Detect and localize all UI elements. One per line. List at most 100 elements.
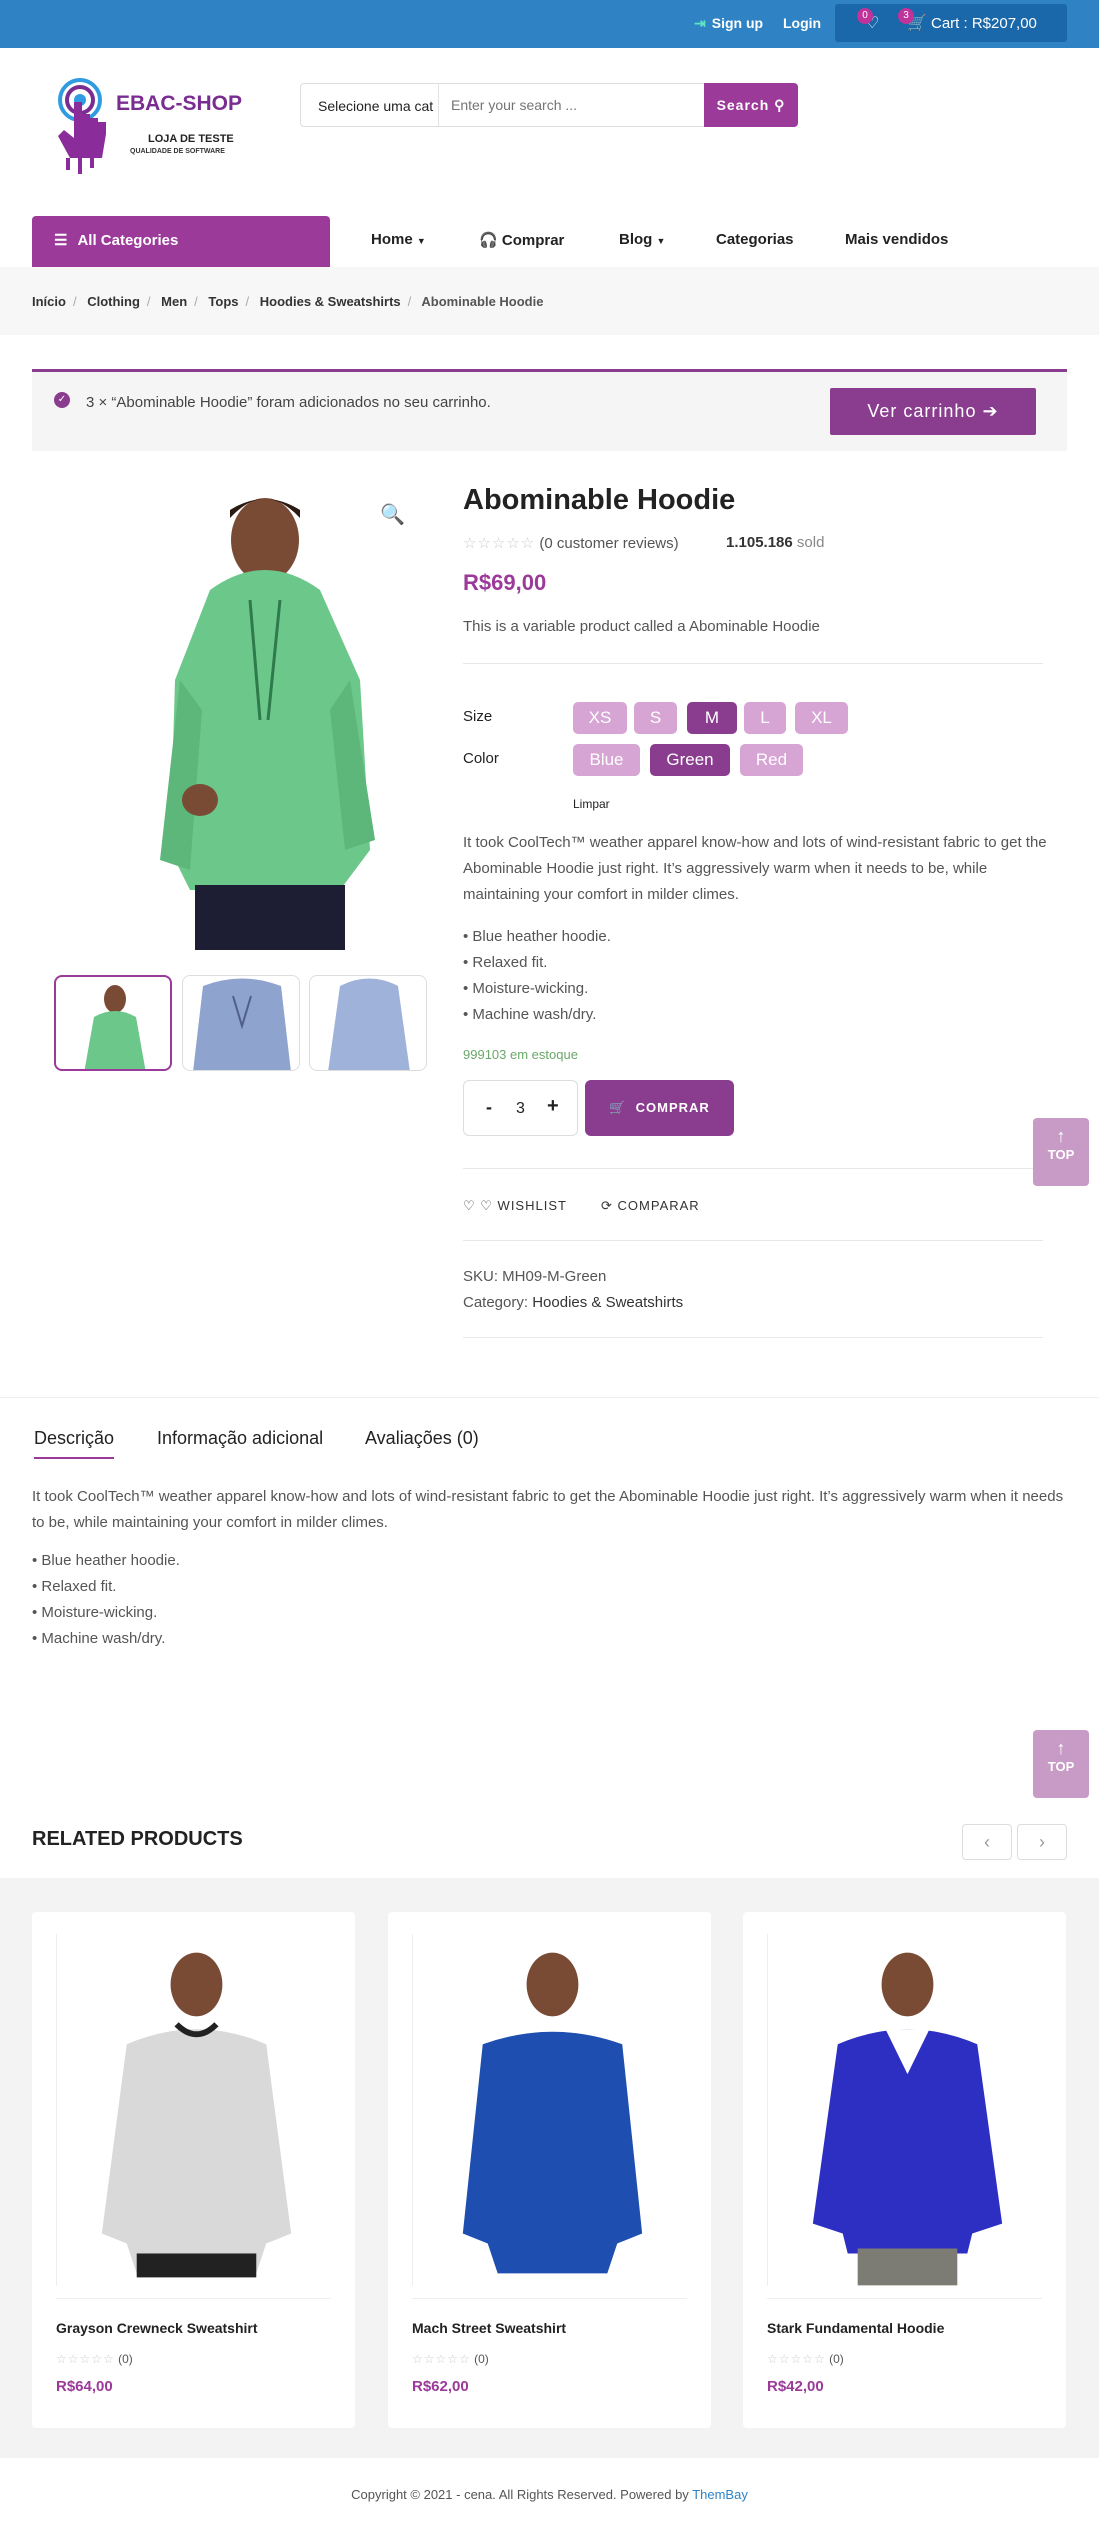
- size-s[interactable]: S: [634, 702, 677, 734]
- all-categories-label: All Categories: [77, 232, 179, 249]
- tab-description-text: It took CoolTech™ weather apparel know-h…: [32, 1488, 1064, 1531]
- logo-tagline: QUALIDADE DE SOFTWARE: [130, 148, 225, 155]
- search-icon: ⚲: [774, 97, 786, 113]
- product-reviews[interactable]: ☆☆☆☆☆ (0 customer reviews): [463, 534, 679, 552]
- product-name[interactable]: Stark Fundamental Hoodie: [767, 2320, 944, 2336]
- cart-total[interactable]: Cart : R$207,00: [931, 15, 1037, 32]
- quantity-decrease-button[interactable]: -: [486, 1097, 492, 1118]
- arrow-right-icon: ➔: [982, 401, 999, 421]
- cart-count-badge: 3: [898, 8, 914, 24]
- card-divider: [767, 2298, 1042, 2299]
- add-to-cart-label: COMPRAR: [635, 1100, 710, 1115]
- product-price: R$62,00: [412, 2378, 469, 2395]
- product-card-image[interactable]: [412, 1934, 687, 2286]
- product-card-image[interactable]: [56, 1934, 331, 2286]
- thumbnail-green-image: [84, 985, 146, 1069]
- color-blue[interactable]: Blue: [573, 744, 640, 776]
- wishlist-button[interactable]: ♡ ♡ WISHLIST: [463, 1198, 567, 1214]
- breadcrumb-clothing[interactable]: Clothing: [87, 294, 140, 309]
- product-title: Abominable Hoodie: [463, 484, 736, 516]
- divider: [463, 1168, 1043, 1169]
- size-xs[interactable]: XS: [573, 702, 627, 734]
- logo-hand-icon: [58, 78, 106, 174]
- signup-icon: ⇥: [694, 15, 706, 31]
- category-link[interactable]: Hoodies & Sweatshirts: [532, 1294, 683, 1311]
- breadcrumb-tops[interactable]: Tops: [208, 294, 238, 309]
- chevron-right-icon: ›: [1039, 1832, 1045, 1852]
- rating-count: (0): [118, 2352, 133, 2366]
- logo[interactable]: EBAC-SHOP LOJA DE TESTE QUALIDADE DE SOF…: [50, 78, 260, 198]
- login-link[interactable]: Login: [783, 15, 821, 31]
- card-divider: [56, 2298, 331, 2299]
- product-rating: ☆☆☆☆☆ (0): [767, 2352, 844, 2366]
- themebay-link[interactable]: ThemBay: [692, 2487, 748, 2502]
- product-price: R$69,00: [463, 570, 547, 595]
- clear-selection-link[interactable]: Limpar: [573, 797, 610, 811]
- breadcrumb-hoodies[interactable]: Hoodies & Sweatshirts: [260, 294, 401, 309]
- size-xl[interactable]: XL: [795, 702, 848, 734]
- product-name[interactable]: Mach Street Sweatshirt: [412, 2320, 566, 2336]
- nav-blog[interactable]: Blog ▼: [619, 231, 665, 248]
- tab-descricao[interactable]: Descrição: [34, 1428, 115, 1459]
- product-price: R$42,00: [767, 2378, 824, 2395]
- quantity-stepper: - 3 +: [463, 1080, 578, 1136]
- star-rating-icon: ☆☆☆☆☆: [412, 2352, 471, 2366]
- tab-avaliacoes[interactable]: Avaliações (0): [365, 1428, 479, 1449]
- cart-box[interactable]: ♡ 0 🛒 3 Cart : R$207,00: [835, 4, 1067, 42]
- breadcrumb-men[interactable]: Men: [161, 294, 187, 309]
- breadcrumb-inicio[interactable]: Início: [32, 294, 66, 309]
- cart-icon: 🛒: [609, 1100, 627, 1115]
- product-sku: SKU: MH09-M-Green: [463, 1268, 607, 1285]
- carousel-prev-button[interactable]: ‹: [962, 1824, 1012, 1860]
- short-description: This is a variable product called a Abom…: [463, 618, 820, 635]
- star-rating-icon: ☆☆☆☆☆: [56, 2352, 115, 2366]
- view-cart-button[interactable]: Ver carrinho ➔: [830, 388, 1036, 435]
- color-green[interactable]: Green: [650, 744, 730, 776]
- color-red[interactable]: Red: [740, 744, 803, 776]
- nav-home[interactable]: Home ▼: [371, 231, 426, 248]
- signup-link[interactable]: ⇥ Sign up: [694, 15, 763, 32]
- add-to-cart-button[interactable]: 🛒 COMPRAR: [585, 1080, 734, 1136]
- thumbnail-blue-back[interactable]: [309, 975, 427, 1071]
- category-label: Category:: [463, 1294, 529, 1311]
- tab-informacao-adicional[interactable]: Informação adicional: [157, 1428, 323, 1449]
- star-rating-icon: ☆☆☆☆☆: [767, 2352, 826, 2366]
- star-rating-icon: ☆☆☆☆☆: [463, 535, 536, 552]
- product-name[interactable]: Grayson Crewneck Sweatshirt: [56, 2320, 258, 2336]
- bullet-item: • Relaxed fit.: [32, 1578, 117, 1595]
- quantity-input[interactable]: 3: [516, 1100, 525, 1118]
- nav-mais-vendidos[interactable]: Mais vendidos: [845, 231, 948, 248]
- bullet-item: • Moisture-wicking.: [32, 1604, 158, 1621]
- size-l[interactable]: L: [744, 702, 786, 734]
- related-products-title: RELATED PRODUCTS: [32, 1828, 243, 1850]
- product-card-image[interactable]: [767, 1934, 1042, 2286]
- bullet-item: • Relaxed fit.: [463, 954, 548, 971]
- thumbnail-green[interactable]: [54, 975, 172, 1071]
- headphones-icon: 🎧: [479, 232, 498, 249]
- thumbnail-blue-front[interactable]: [182, 975, 300, 1071]
- size-label: Size: [463, 708, 493, 725]
- zoom-icon[interactable]: 🔍: [380, 502, 405, 527]
- bullet-item: • Blue heather hoodie.: [32, 1552, 180, 1569]
- nav-comprar[interactable]: 🎧 Comprar: [479, 231, 564, 249]
- quantity-increase-button[interactable]: +: [547, 1095, 559, 1118]
- search-button[interactable]: Search ⚲: [704, 83, 798, 127]
- product-card[interactable]: Grayson Crewneck Sweatshirt ☆☆☆☆☆ (0) R$…: [32, 1912, 355, 2428]
- tabs-divider: [0, 1397, 1099, 1398]
- back-to-top-button[interactable]: ↑TOP: [1033, 1730, 1089, 1798]
- carousel-next-button[interactable]: ›: [1017, 1824, 1067, 1860]
- top-bar: ⇥ Sign up Login ♡ 0 🛒 3 Cart : R$207,00: [0, 0, 1099, 48]
- product-main-image[interactable]: [140, 480, 390, 950]
- all-categories-button[interactable]: ☰ All Categories: [32, 216, 330, 267]
- divider: [463, 1240, 1043, 1241]
- product-card[interactable]: Stark Fundamental Hoodie ☆☆☆☆☆ (0) R$42,…: [743, 1912, 1066, 2428]
- search-input[interactable]: [441, 84, 705, 126]
- color-label: Color: [463, 750, 499, 767]
- heart-icon: ♡ ♡: [463, 1198, 493, 1213]
- product-card[interactable]: Mach Street Sweatshirt ☆☆☆☆☆ (0) R$62,00: [388, 1912, 711, 2428]
- size-m[interactable]: M: [687, 702, 737, 734]
- search-category-select[interactable]: Selecione uma cat: [301, 84, 439, 126]
- back-to-top-button[interactable]: ↑TOP: [1033, 1118, 1089, 1186]
- compare-button[interactable]: ⟳ COMPARAR: [601, 1198, 700, 1214]
- nav-categorias[interactable]: Categorias: [716, 231, 794, 248]
